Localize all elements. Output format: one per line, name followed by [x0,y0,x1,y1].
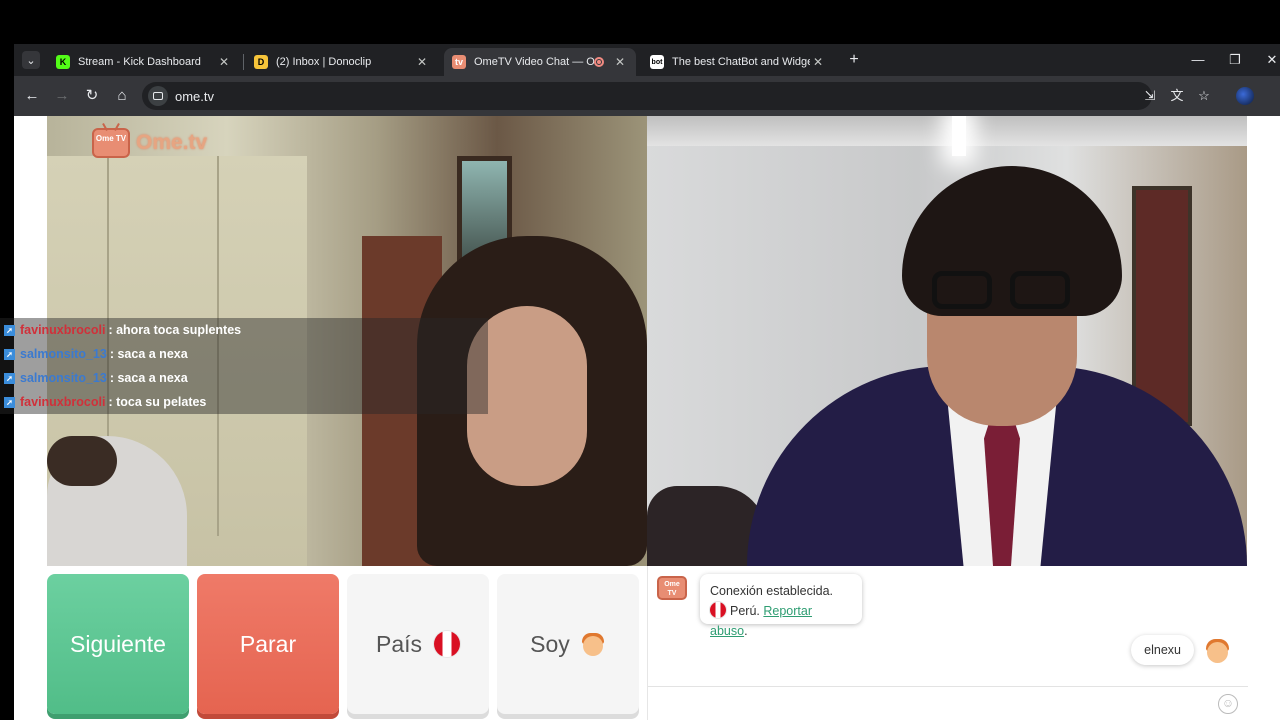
chat-line: ➚ favinuxbrocoli : ahora toca suplentes [0,318,488,342]
chat-line: ➚ salmonsito_13 : saca a nexa [0,342,488,366]
chat-username: favinuxbrocoli [20,395,106,409]
tab-title: The best ChatBot and Widgets [672,56,810,68]
country-label: País [375,630,423,657]
minimize-button[interactable]: — [1180,48,1216,72]
profile-avatar[interactable] [1236,87,1254,105]
kick-badge-icon: ➚ [4,396,15,408]
donoclip-icon: D [254,55,268,69]
partner-country: Perú. [730,604,760,618]
close-icon[interactable]: ✕ [414,55,430,69]
peru-flag-icon [434,631,461,657]
stop-button[interactable]: Parar [197,574,339,714]
stop-label: Parar [239,630,297,657]
chat-line: ➚ favinuxbrocoli : toca su pelates [0,390,488,414]
country-button[interactable]: País [347,574,489,714]
close-icon[interactable]: ✕ [216,55,232,69]
gender-label: Soy [530,630,570,657]
ceiling-light [952,116,966,156]
ometv-logo: Ome TV Ome.tv [92,126,207,160]
close-icon[interactable]: ✕ [810,55,826,69]
punctuation: . [744,624,748,638]
new-tab-button[interactable]: + [844,50,864,70]
tv-icon: Ome TV [92,128,130,158]
gender-button[interactable]: Soy [497,574,639,714]
stream-chat-overlay: ➚ favinuxbrocoli : ahora toca suplentes … [0,318,488,414]
reload-button[interactable]: ↻ [82,86,102,106]
address-bar[interactable]: ome.tv [142,82,1152,110]
browser-toolbar: ← → ↻ ⌂ ome.tv ⇲ 文 ☆ [14,76,1280,116]
tab-donoclip[interactable]: D (2) Inbox | Donoclip ✕ [246,48,438,76]
site-info-icon[interactable] [148,86,168,106]
window-close-button[interactable]: ✕ [1254,48,1280,72]
recording-icon [594,57,604,67]
peru-flag-icon [710,602,726,618]
url-text: ome.tv [175,89,215,104]
kick-badge-icon: ➚ [4,348,15,360]
tab-title: (2) Inbox | Donoclip [276,56,372,68]
tab-ometv[interactable]: tv OmeTV Video Chat — Ome ✕ [444,48,636,76]
tab-title: OmeTV Video Chat — Ome [474,56,594,68]
tab-strip: ⌄ K Stream - Kick Dashboard ✕ D (2) Inbo… [14,44,1280,76]
message-input[interactable]: ☺ [648,686,1248,720]
chat-message: : saca a nexa [109,347,188,361]
kick-icon: K [56,55,70,69]
kick-badge-icon: ➚ [4,372,15,384]
kick-badge-icon: ➚ [4,324,15,336]
home-button[interactable]: ⌂ [112,86,132,106]
my-message: elnexu [1131,635,1194,665]
tab-title: Stream - Kick Dashboard [78,56,201,68]
browser-chrome: ⌄ K Stream - Kick Dashboard ✕ D (2) Inbo… [14,44,1280,116]
logo-text: Ome.tv [136,131,208,154]
person-background [47,436,117,486]
forward-button[interactable]: → [52,86,72,106]
chat-message: : saca a nexa [109,371,188,385]
tab-divider [243,54,244,70]
person-glasses [932,271,1077,311]
ceiling [647,116,1247,146]
chat-message: : toca su pelates [108,395,207,409]
tab-kick-dashboard[interactable]: K Stream - Kick Dashboard ✕ [48,48,240,76]
back-button[interactable]: ← [22,86,42,106]
emoji-icon[interactable]: ☺ [1218,694,1238,714]
chat-username: salmonsito_13 [20,347,107,361]
translate-icon[interactable]: 文 [1167,86,1187,106]
close-icon[interactable]: ✕ [612,55,628,69]
chat-line: ➚ salmonsito_13 : saca a nexa [0,366,488,390]
ometv-avatar-icon: Ome TV [657,576,687,600]
ometv-icon: tv [452,55,466,69]
bookmark-star-icon[interactable]: ☆ [1194,86,1214,106]
self-video [647,116,1247,566]
ometv-page: Ome TV Ome.tv ➚ favinuxbrocoli : ahora t… [0,116,1280,720]
system-message: Conexión establecida. Perú. Reportar abu… [700,574,862,638]
tab-search-button[interactable]: ⌄ [22,51,40,69]
boy-avatar-icon [1203,636,1231,664]
chat-username: salmonsito_13 [20,371,107,385]
chat-panel: Ome TV Conexión establecida. Perú. Repor… [647,566,1248,720]
screen: ⌄ K Stream - Kick Dashboard ✕ D (2) Inbo… [0,0,1280,720]
boy-icon [580,631,606,657]
chatbot-icon: bot [650,55,664,69]
tab-chatbot[interactable]: bot The best ChatBot and Widgets ✕ [642,48,834,76]
next-button[interactable]: Siguiente [47,574,189,714]
connection-status: Conexión establecida. [710,584,833,598]
restore-button[interactable]: ❐ [1217,48,1253,72]
next-label: Siguiente [70,630,166,657]
cast-icon[interactable]: ⇲ [1140,86,1160,106]
chat-username: favinuxbrocoli [20,323,106,337]
chat-message: : ahora toca suplentes [108,323,242,337]
